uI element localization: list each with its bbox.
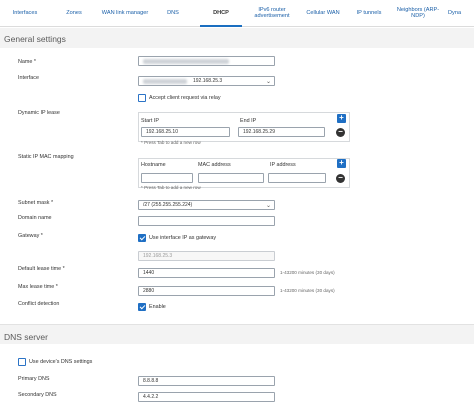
gateway-label: Gateway * bbox=[18, 233, 43, 239]
tab-interfaces[interactable]: Interfaces bbox=[6, 0, 44, 26]
max-lease-label: Max lease time * bbox=[18, 284, 58, 290]
conflict-detection-label: Conflict detection bbox=[18, 301, 60, 307]
tab-zones[interactable]: Zones bbox=[60, 0, 88, 26]
tab-dns[interactable]: DNS bbox=[160, 0, 186, 26]
tab-dynamic[interactable]: Dyna bbox=[448, 0, 474, 26]
interface-select[interactable]: 192.168.25.3 ⌄ bbox=[138, 76, 275, 86]
secondary-dns-field[interactable]: 4.4.2.2 bbox=[138, 392, 275, 402]
name-label: Name * bbox=[18, 59, 36, 65]
interface-value: 192.168.25.3 bbox=[193, 78, 223, 84]
end-ip-field[interactable]: 192.168.25.29 bbox=[238, 127, 325, 137]
relay-checkbox[interactable] bbox=[138, 94, 146, 102]
tab-neighbors[interactable]: Neighbors (ARP-NDP) bbox=[396, 0, 440, 26]
add-mapping-row-button[interactable]: + bbox=[337, 159, 346, 168]
redacted-interface-name bbox=[143, 78, 187, 84]
default-lease-field[interactable]: 1440 bbox=[138, 268, 275, 278]
ip-address-field[interactable] bbox=[268, 173, 326, 183]
mac-address-field[interactable] bbox=[198, 173, 264, 183]
max-lease-value: 2880 bbox=[143, 288, 155, 294]
chevron-down-icon: ⌄ bbox=[265, 79, 271, 85]
interface-label: Interface bbox=[18, 75, 39, 81]
relay-label: Accept client request via relay bbox=[149, 95, 221, 101]
domain-name-field[interactable] bbox=[138, 216, 275, 226]
max-lease-note: 1-43200 minutes (30 days) bbox=[280, 288, 335, 293]
mapping-hint: * Press Tab to add a new row bbox=[141, 185, 201, 190]
use-device-dns-checkbox[interactable] bbox=[18, 358, 26, 366]
use-interface-gateway-checkbox[interactable] bbox=[138, 234, 146, 242]
use-interface-gateway-label: Use interface IP as gateway bbox=[149, 235, 217, 241]
tab-wan-link-manager[interactable]: WAN link manager bbox=[97, 0, 153, 26]
use-device-dns-label: Use device's DNS settings bbox=[29, 359, 93, 365]
start-ip-value: 192.168.25.10 bbox=[146, 129, 178, 135]
static-mapping-label: Static IP MAC mapping bbox=[18, 154, 74, 160]
default-lease-note: 1-43200 minutes (30 days) bbox=[280, 270, 335, 275]
tab-cellular-wan[interactable]: Cellular WAN bbox=[300, 0, 346, 26]
dns-server-title: DNS server bbox=[4, 332, 48, 342]
general-settings-title: General settings bbox=[4, 34, 66, 44]
enable-label: Enable bbox=[149, 304, 166, 310]
hostname-header: Hostname bbox=[141, 162, 166, 168]
conflict-detection-checkbox[interactable] bbox=[138, 303, 146, 311]
end-ip-header: End IP bbox=[240, 118, 257, 124]
start-ip-field[interactable]: 192.168.25.10 bbox=[141, 127, 230, 137]
lease-hint: * Press Tab to add a new row bbox=[141, 140, 201, 145]
subnet-mask-value: /27 (255.255.255.224) bbox=[143, 202, 193, 208]
default-lease-value: 1440 bbox=[143, 270, 155, 276]
primary-dns-field[interactable]: 8.8.8.8 bbox=[138, 376, 275, 386]
hostname-field[interactable] bbox=[141, 173, 193, 183]
mac-address-header: MAC address bbox=[198, 162, 231, 168]
max-lease-field[interactable]: 2880 bbox=[138, 286, 275, 296]
name-field[interactable] bbox=[138, 56, 275, 66]
redacted-name bbox=[143, 58, 229, 64]
domain-name-label: Domain name bbox=[18, 215, 52, 221]
secondary-dns-label: Secondary DNS bbox=[18, 392, 57, 398]
general-settings-header: General settings bbox=[0, 28, 474, 48]
tab-ipv6-router-advertisement[interactable]: IPv6 router advertisement bbox=[247, 0, 297, 26]
ip-address-header: IP address bbox=[270, 162, 296, 168]
default-lease-label: Default lease time * bbox=[18, 266, 65, 272]
dns-server-header: DNS server bbox=[0, 324, 474, 344]
tab-bar: Interfaces Zones WAN link manager DNS DH… bbox=[0, 0, 474, 27]
secondary-dns-value: 4.4.2.2 bbox=[143, 394, 159, 400]
dynamic-lease-label: Dynamic IP lease bbox=[18, 110, 60, 116]
subnet-mask-label: Subnet mask * bbox=[18, 200, 54, 206]
subnet-mask-select[interactable]: /27 (255.255.255.224) ⌄ bbox=[138, 200, 275, 210]
start-ip-header: Start IP bbox=[141, 118, 159, 124]
add-lease-row-button[interactable]: + bbox=[337, 114, 346, 123]
tab-dhcp[interactable]: DHCP bbox=[200, 0, 242, 27]
chevron-down-icon: ⌄ bbox=[265, 203, 271, 209]
end-ip-value: 192.168.25.29 bbox=[243, 129, 275, 135]
gateway-value: 192.168.25.3 bbox=[143, 253, 173, 259]
tab-ip-tunnels[interactable]: IP tunnels bbox=[352, 0, 386, 26]
remove-mapping-row-button[interactable]: − bbox=[336, 174, 345, 183]
gateway-field: 192.168.25.3 bbox=[138, 251, 275, 261]
remove-lease-row-button[interactable]: − bbox=[336, 128, 345, 137]
primary-dns-label: Primary DNS bbox=[18, 376, 50, 382]
primary-dns-value: 8.8.8.8 bbox=[143, 378, 159, 384]
